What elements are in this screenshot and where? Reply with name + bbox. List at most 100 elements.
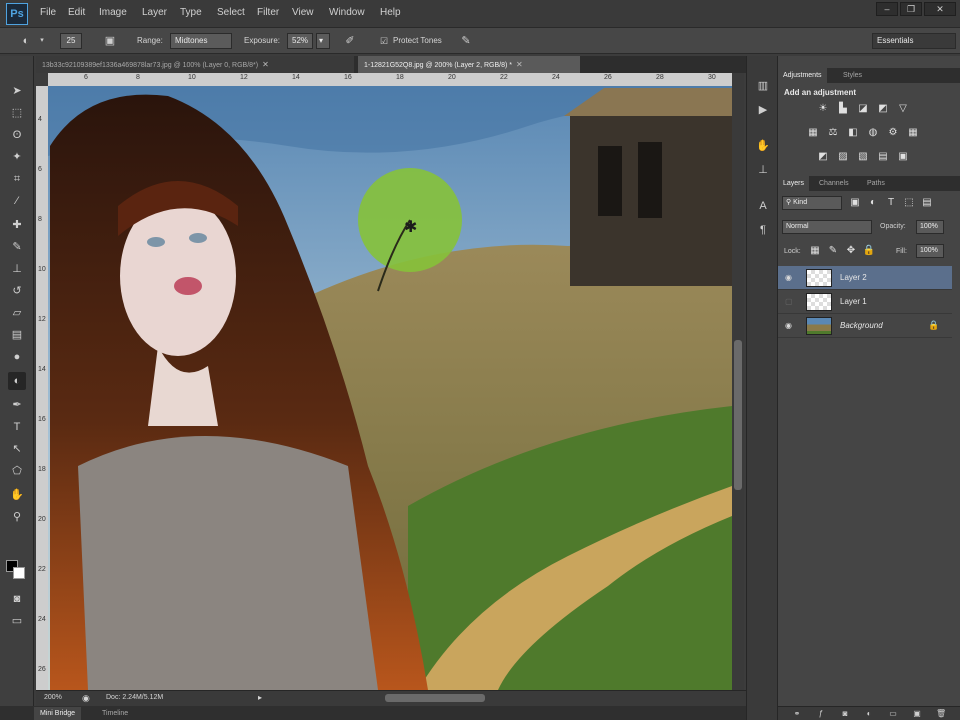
lock-transparency-icon[interactable]: ▦ bbox=[808, 244, 822, 258]
tab-channels[interactable]: Channels bbox=[814, 176, 854, 191]
tab-mini-bridge[interactable]: Mini Bridge bbox=[34, 707, 82, 720]
restore-button[interactable]: ❐ bbox=[900, 2, 922, 16]
menu-image[interactable]: Image bbox=[99, 7, 127, 18]
trash-icon[interactable]: 🗑 bbox=[936, 709, 946, 719]
menu-window[interactable]: Window bbox=[329, 7, 365, 18]
eye-icon[interactable]: ◉ bbox=[785, 273, 795, 283]
close-tab-icon[interactable]: ✕ bbox=[262, 60, 269, 69]
eye-off-icon[interactable]: ▢ bbox=[785, 297, 795, 307]
color-lookup-icon[interactable]: ▦ bbox=[906, 126, 920, 140]
shape-tool-icon[interactable]: ⬠ bbox=[8, 462, 26, 480]
quick-mask-icon[interactable]: ◙ bbox=[8, 590, 26, 608]
lasso-tool-icon[interactable]: ʘ bbox=[8, 126, 26, 144]
character-icon[interactable]: A bbox=[755, 198, 771, 214]
layer-row-layer-2[interactable]: ◉ Layer 2 bbox=[778, 266, 952, 290]
document-canvas[interactable]: ✱ bbox=[48, 86, 732, 690]
lock-all-icon[interactable]: 🔒 bbox=[862, 244, 876, 258]
brush-panel-icon[interactable]: ▣ bbox=[102, 33, 118, 49]
history-brush-tool-icon[interactable]: ↺ bbox=[8, 282, 26, 300]
tab-styles[interactable]: Styles bbox=[838, 68, 867, 83]
history-icon[interactable]: ▥ bbox=[755, 78, 771, 94]
menu-view[interactable]: View bbox=[292, 7, 314, 18]
zoom-level[interactable]: 200% bbox=[44, 694, 62, 701]
hand-tool-icon[interactable]: ✋ bbox=[8, 486, 26, 504]
selective-color-icon[interactable]: ▣ bbox=[896, 150, 910, 164]
filter-type-icon[interactable]: T bbox=[884, 196, 898, 210]
eraser-tool-icon[interactable]: ▱ bbox=[8, 304, 26, 322]
exposure-slider-toggle[interactable]: ▾ bbox=[316, 33, 330, 49]
vibrance-icon[interactable]: ▽ bbox=[896, 102, 910, 116]
brush-size-field[interactable]: 25 bbox=[60, 33, 82, 49]
layer-style-icon[interactable]: ƒ bbox=[816, 709, 826, 719]
layer-name[interactable]: Layer 2 bbox=[840, 273, 867, 282]
new-adjustment-icon[interactable]: ◐ bbox=[864, 709, 874, 719]
levels-icon[interactable]: ▙ bbox=[836, 102, 850, 116]
menu-edit[interactable]: Edit bbox=[68, 7, 85, 18]
exposure-icon[interactable]: ◩ bbox=[876, 102, 890, 116]
filter-smart-icon[interactable]: ▤ bbox=[920, 196, 934, 210]
pen-tool-icon[interactable]: ✒ bbox=[8, 396, 26, 414]
menu-type[interactable]: Type bbox=[180, 7, 202, 18]
dodge-tool-icon[interactable]: ◐ bbox=[8, 372, 26, 390]
layer-filter-kind[interactable]: ⚲ Kind bbox=[782, 196, 842, 210]
gradient-tool-icon[interactable]: ▤ bbox=[8, 326, 26, 344]
tab-adjustments[interactable]: Adjustments bbox=[778, 68, 827, 83]
protect-tones-checkbox[interactable]: ☑ bbox=[376, 33, 392, 49]
color-balance-icon[interactable]: ⚖ bbox=[826, 126, 840, 140]
lock-position-icon[interactable]: ✥ bbox=[844, 244, 858, 258]
photo-filter-icon[interactable]: ◍ bbox=[866, 126, 880, 140]
background-color-swatch[interactable] bbox=[13, 567, 25, 579]
eye-icon[interactable]: ◉ bbox=[785, 321, 795, 331]
blur-tool-icon[interactable]: ● bbox=[8, 348, 26, 366]
brush-tool-icon[interactable]: ✎ bbox=[8, 238, 26, 256]
new-group-icon[interactable]: ▭ bbox=[888, 709, 898, 719]
screen-mode-icon[interactable]: ▭ bbox=[8, 612, 26, 630]
crop-tool-icon[interactable]: ⌗ bbox=[8, 170, 26, 188]
menu-filter[interactable]: Filter bbox=[257, 7, 279, 18]
link-layers-icon[interactable]: ⚭ bbox=[792, 709, 802, 719]
exposure-field[interactable]: 52% bbox=[287, 33, 313, 49]
close-button[interactable]: ✕ bbox=[924, 2, 956, 16]
path-selection-tool-icon[interactable]: ↖ bbox=[8, 440, 26, 458]
brush-presets-icon[interactable]: ✋ bbox=[755, 138, 771, 154]
close-tab-icon[interactable]: ✕ bbox=[516, 60, 523, 69]
blend-mode-select[interactable]: Normal bbox=[782, 220, 872, 234]
layer-mask-icon[interactable]: ◙ bbox=[840, 709, 850, 719]
dodge-tool-preset-icon[interactable]: ◐ bbox=[18, 33, 34, 49]
doc-tab-1[interactable]: 13b33c92109389ef1336a469878lar73.jpg @ 1… bbox=[36, 56, 354, 73]
lock-pixels-icon[interactable]: ✎ bbox=[826, 244, 840, 258]
invert-icon[interactable]: ◩ bbox=[816, 150, 830, 164]
horizontal-scroll-thumb[interactable] bbox=[385, 694, 485, 702]
gradient-map-icon[interactable]: ▤ bbox=[876, 150, 890, 164]
hue-saturation-icon[interactable]: ▦ bbox=[806, 126, 820, 140]
curves-icon[interactable]: ◪ bbox=[856, 102, 870, 116]
marquee-tool-icon[interactable]: ⬚ bbox=[8, 104, 26, 122]
black-white-icon[interactable]: ◧ bbox=[846, 126, 860, 140]
fill-field[interactable]: 100% bbox=[916, 244, 944, 258]
type-tool-icon[interactable]: T bbox=[8, 418, 26, 436]
tab-paths[interactable]: Paths bbox=[862, 176, 890, 191]
clone-source-icon[interactable]: ⊥ bbox=[755, 162, 771, 178]
opacity-field[interactable]: 100% bbox=[916, 220, 944, 234]
threshold-icon[interactable]: ▧ bbox=[856, 150, 870, 164]
menu-file[interactable]: File bbox=[40, 7, 56, 18]
brightness-contrast-icon[interactable]: ☀ bbox=[816, 102, 830, 116]
tab-timeline[interactable]: Timeline bbox=[96, 707, 134, 720]
new-layer-icon[interactable]: ▣ bbox=[912, 709, 922, 719]
layer-name[interactable]: Layer 1 bbox=[840, 297, 867, 306]
pressure-size-icon[interactable]: ✎ bbox=[458, 33, 474, 49]
menu-select[interactable]: Select bbox=[217, 7, 245, 18]
move-tool-icon[interactable]: ➤ bbox=[8, 82, 26, 100]
preset-dropdown-icon[interactable]: ▾ bbox=[34, 33, 50, 49]
posterize-icon[interactable]: ▨ bbox=[836, 150, 850, 164]
filter-shape-icon[interactable]: ⬚ bbox=[902, 196, 916, 210]
status-info-icon[interactable]: ◉ bbox=[82, 693, 90, 704]
range-select[interactable]: Midtones bbox=[170, 33, 232, 49]
status-menu-arrow-icon[interactable]: ▸ bbox=[258, 693, 262, 702]
eyedropper-tool-icon[interactable]: ⁄ bbox=[8, 192, 26, 210]
menu-help[interactable]: Help bbox=[380, 7, 401, 18]
healing-brush-tool-icon[interactable]: ✚ bbox=[8, 216, 26, 234]
layer-row-background[interactable]: ◉ Background 🔒 bbox=[778, 314, 952, 338]
filter-pixel-icon[interactable]: ▣ bbox=[848, 196, 862, 210]
tab-layers[interactable]: Layers bbox=[778, 176, 810, 191]
